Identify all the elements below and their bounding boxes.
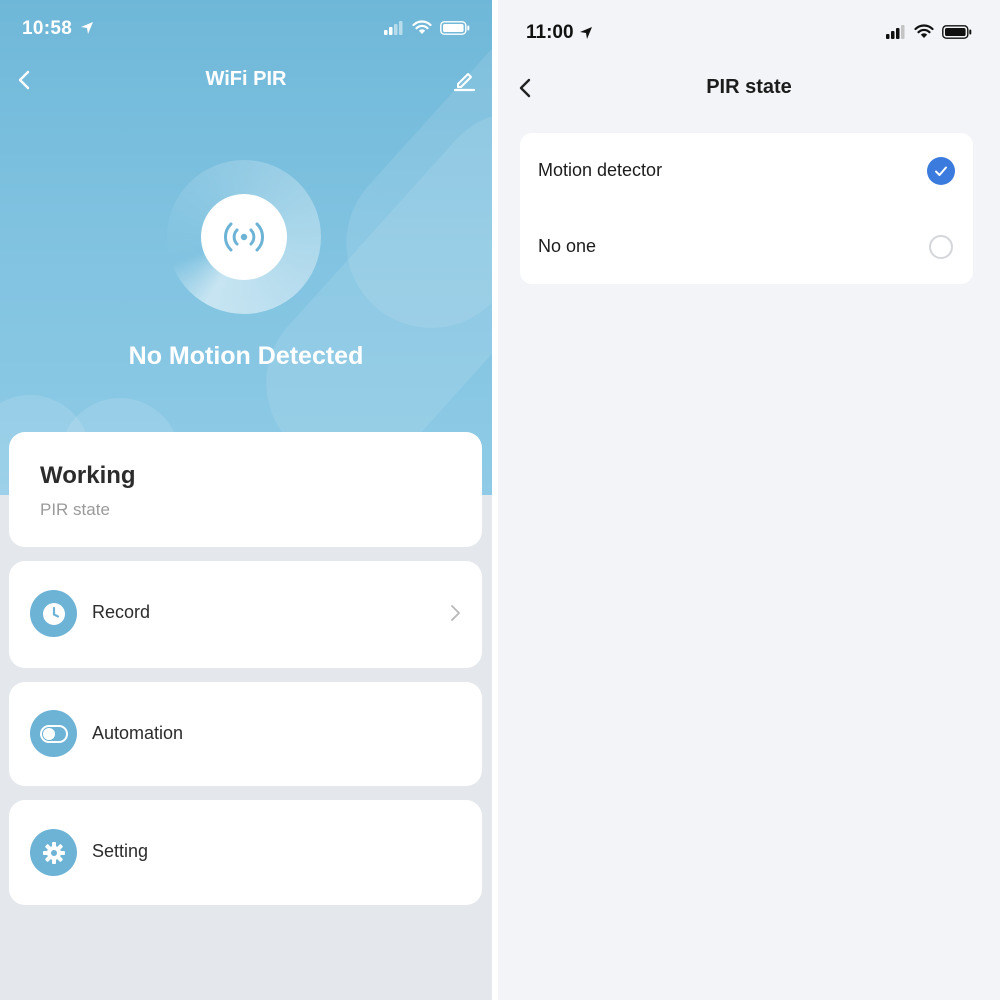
pir-state-card[interactable]: Working PIR state bbox=[9, 432, 482, 547]
setting-label: Setting bbox=[92, 841, 149, 861]
battery-icon bbox=[440, 20, 470, 40]
automation-label: Automation bbox=[92, 723, 184, 743]
signal-icon bbox=[886, 24, 906, 44]
gear-icon bbox=[30, 829, 77, 876]
pir-state-label: PIR state bbox=[40, 500, 110, 519]
page-title: PIR state bbox=[706, 76, 792, 98]
status-time: 11:00 bbox=[526, 22, 574, 43]
record-row[interactable]: Record bbox=[9, 561, 482, 668]
pir-state-value: Working bbox=[40, 462, 136, 489]
pir-state-screen: 11:00 PIR state Motion detector No one bbox=[498, 0, 1000, 1000]
motion-status: No Motion Detected bbox=[128, 342, 364, 370]
automation-row[interactable]: Automation bbox=[9, 682, 482, 786]
status-time: 10:58 bbox=[22, 18, 73, 39]
pir-state-options: Motion detector No one bbox=[520, 133, 973, 284]
location-arrow-icon bbox=[79, 20, 95, 41]
page-title: WiFi PIR bbox=[205, 68, 287, 90]
edit-icon[interactable] bbox=[450, 66, 478, 94]
radio-empty-icon[interactable] bbox=[929, 235, 953, 259]
battery-icon bbox=[942, 24, 972, 44]
wifi-icon bbox=[412, 20, 432, 40]
option-label: No one bbox=[538, 236, 597, 256]
chevron-right-icon bbox=[448, 602, 462, 624]
signal-icon bbox=[384, 20, 404, 40]
checkmark-icon[interactable] bbox=[927, 157, 955, 185]
clock-icon bbox=[30, 590, 77, 637]
record-label: Record bbox=[92, 602, 151, 622]
option-no-one[interactable]: No one bbox=[520, 209, 973, 284]
nav-bar: WiFi PIR bbox=[0, 58, 492, 102]
device-screen: 10:58 WiFi PIR No Motion Detected Workin… bbox=[0, 0, 492, 1000]
setting-row[interactable]: Setting bbox=[9, 800, 482, 905]
wifi-icon bbox=[914, 24, 934, 44]
pir-sensor-icon bbox=[201, 194, 287, 280]
option-motion-detector[interactable]: Motion detector bbox=[520, 133, 973, 208]
toggle-icon bbox=[30, 710, 77, 757]
option-label: Motion detector bbox=[538, 160, 663, 180]
location-arrow-icon bbox=[578, 25, 594, 46]
status-bar: 10:58 bbox=[0, 0, 492, 58]
status-bar bbox=[886, 24, 972, 44]
